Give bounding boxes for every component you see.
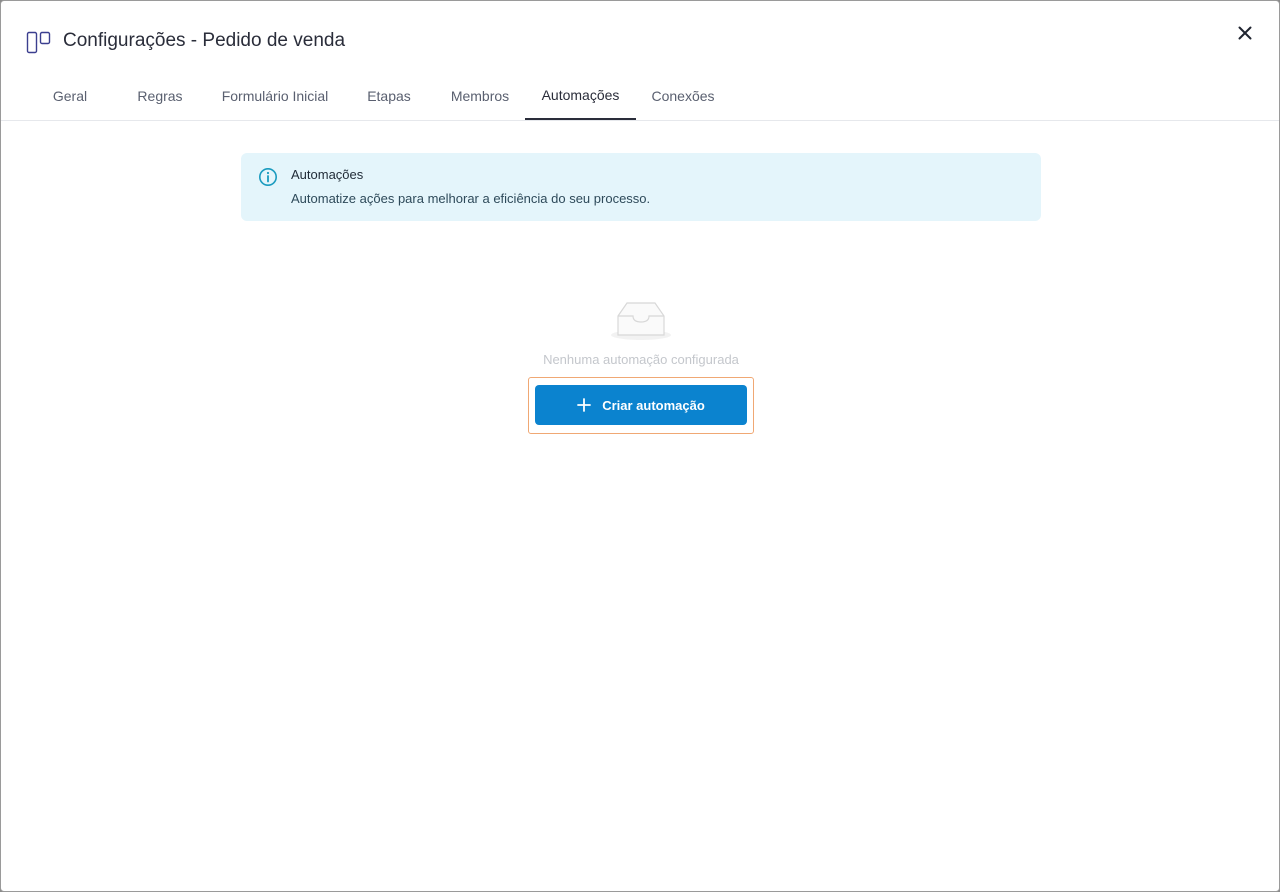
- info-title: Automações: [291, 167, 364, 182]
- plus-icon: [577, 398, 592, 412]
- tab-geral[interactable]: Geral: [37, 71, 103, 120]
- info-banner: Automações Automatize ações para melhora…: [241, 153, 1041, 221]
- tab-bar: Geral Regras Formulário Inicial Etapas M…: [1, 71, 1279, 121]
- tab-formulario-inicial[interactable]: Formulário Inicial: [211, 71, 339, 120]
- tab-membros[interactable]: Membros: [439, 71, 521, 120]
- create-automation-label: Criar automação: [602, 397, 705, 413]
- close-button[interactable]: [1233, 23, 1257, 47]
- page-title: Configurações - Pedido de venda: [63, 30, 346, 51]
- board-columns-icon: [25, 27, 53, 55]
- settings-modal: Configurações - Pedido de venda Geral Re…: [0, 0, 1280, 892]
- modal-header: Configurações - Pedido de venda: [25, 25, 345, 57]
- info-icon: [258, 167, 278, 187]
- empty-state-text: Nenhuma automação configurada: [543, 352, 739, 367]
- tab-etapas[interactable]: Etapas: [353, 71, 425, 120]
- tab-automacoes[interactable]: Automações: [525, 71, 636, 120]
- create-automation-button[interactable]: Criar automação: [535, 385, 747, 425]
- info-description: Automatize ações para melhorar a eficiên…: [291, 191, 651, 206]
- empty-inbox-icon: [609, 299, 673, 345]
- tab-regras[interactable]: Regras: [123, 71, 197, 120]
- tab-conexoes[interactable]: Conexões: [641, 71, 725, 120]
- close-icon: [1237, 25, 1253, 46]
